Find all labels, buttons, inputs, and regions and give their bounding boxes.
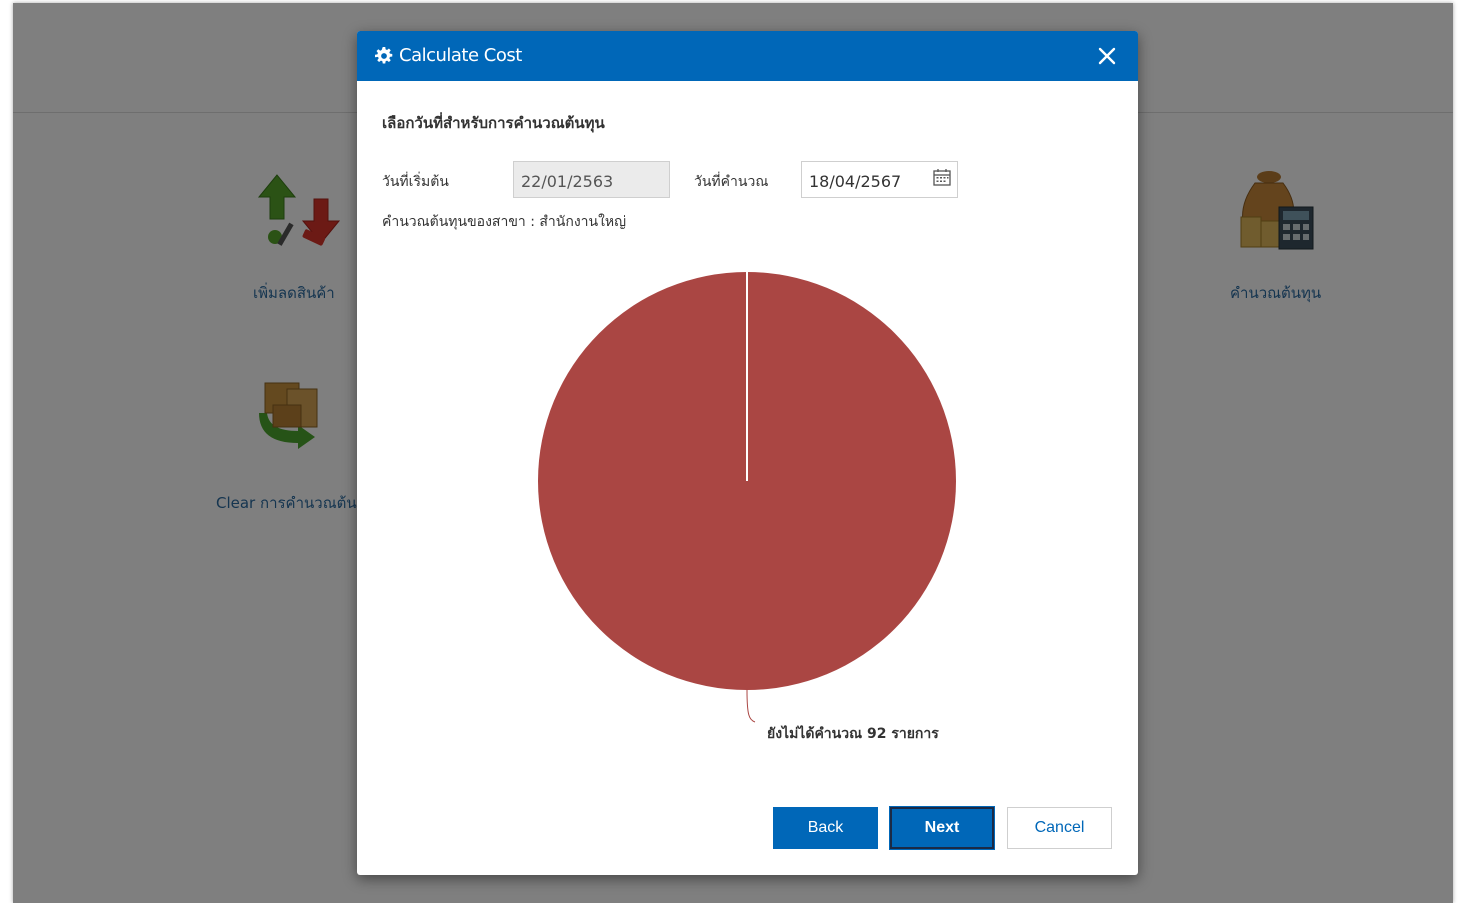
next-button[interactable]: Next — [890, 807, 994, 849]
label-connector — [746, 689, 756, 723]
cancel-button[interactable]: Cancel — [1007, 807, 1112, 849]
calc-date-label: วันที่คำนวณ — [694, 174, 769, 190]
pie-chart: ยังไม่ได้คำนวณ 92 รายการ — [538, 272, 956, 742]
start-date-label: วันที่เริ่มต้น — [382, 174, 449, 190]
dialog-title: Calculate Cost — [399, 45, 522, 66]
section-heading: เลือกวันที่สำหรับการคำนวณต้นทุน — [382, 114, 605, 132]
close-icon[interactable] — [1095, 44, 1119, 68]
start-date-field: 22/01/2563 — [513, 161, 670, 198]
gear-icon — [375, 47, 393, 64]
calc-date-value: 18/04/2567 — [809, 172, 902, 191]
calendar-icon[interactable] — [932, 167, 952, 187]
branch-info: คำนวณต้นทุนของสาขา : สำนักงานใหญ่ — [382, 214, 627, 230]
calculate-cost-dialog: Calculate Cost เลือกวันที่สำหรับการคำนวณ… — [357, 31, 1138, 875]
pie-data-label: ยังไม่ได้คำนวณ 92 รายการ — [767, 724, 939, 742]
back-button[interactable]: Back — [773, 807, 878, 849]
calc-date-field[interactable]: 18/04/2567 — [801, 161, 958, 198]
dialog-header: Calculate Cost — [357, 31, 1138, 81]
